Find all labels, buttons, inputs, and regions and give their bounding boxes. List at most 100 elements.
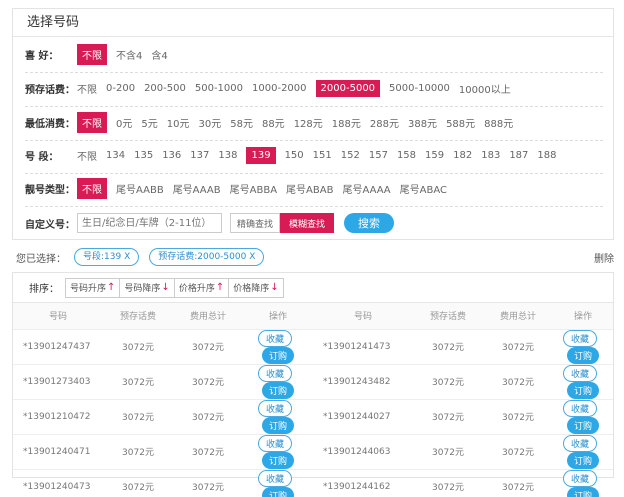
filter-option[interactable]: 尾号ABAC [400, 179, 447, 198]
filter-option[interactable]: 10000以上 [459, 79, 511, 98]
arrow-down-icon: ↓ [270, 282, 279, 293]
selected-chip-segment[interactable]: 号段:139 X [74, 248, 140, 266]
order-button[interactable]: 订购 [261, 486, 294, 497]
favorite-button[interactable]: 收藏 [257, 469, 292, 487]
filter-option[interactable]: 137 [190, 148, 209, 163]
prestore-value: 3072元 [413, 469, 483, 497]
order-button[interactable]: 订购 [261, 381, 294, 399]
sort-button-label: 价格升序 [178, 284, 215, 294]
order-button[interactable]: 订购 [566, 486, 599, 497]
sort-number-desc-button[interactable]: 号码降序 ↓ [120, 277, 175, 298]
arrow-down-icon: ↓ [161, 282, 170, 293]
favorite-button[interactable]: 收藏 [562, 434, 597, 452]
filter-option[interactable]: 58元 [230, 113, 253, 132]
favorite-button[interactable]: 收藏 [562, 364, 597, 382]
sort-price-asc-button[interactable]: 价格升序 ↑ [174, 277, 230, 298]
filter-option[interactable]: 不限 [77, 111, 107, 133]
total-value: 3072元 [483, 469, 553, 497]
order-button[interactable]: 订购 [261, 346, 294, 364]
filter-option[interactable]: 188元 [332, 113, 361, 132]
filter-option[interactable]: 30元 [198, 113, 221, 132]
delete-link[interactable]: 删除 [594, 250, 614, 265]
filter-option[interactable]: 88元 [262, 113, 285, 132]
phone-number: *13901244162 [313, 469, 413, 497]
sort-number-asc-button[interactable]: 号码升序 ↑ [65, 277, 121, 298]
fuzzy-search-button[interactable]: 模糊查找 [280, 213, 335, 233]
sort-price-desc-button[interactable]: 价格降序 ↓ [229, 277, 284, 298]
filter-option[interactable]: 157 [369, 148, 388, 163]
filter-option[interactable]: 不限 [77, 43, 107, 65]
filter-option[interactable]: 288元 [370, 113, 399, 132]
filter-option[interactable]: 588元 [446, 113, 475, 132]
favorite-button[interactable]: 收藏 [257, 434, 292, 452]
filter-option[interactable]: 151 [313, 148, 332, 163]
arrow-up-icon: ↑ [215, 282, 225, 293]
total-value: 3072元 [173, 434, 243, 470]
order-button[interactable]: 订购 [261, 416, 294, 434]
filter-option[interactable]: 158 [397, 148, 416, 163]
prestore-value: 3072元 [413, 434, 483, 470]
filter-option[interactable]: 尾号ABBA [230, 179, 277, 198]
filter-option[interactable]: 尾号AAAB [173, 179, 221, 198]
filter-option[interactable]: 5元 [141, 113, 157, 132]
filter-option[interactable]: 0-200 [106, 81, 135, 96]
order-button[interactable]: 订购 [566, 346, 599, 364]
filter-option[interactable]: 152 [341, 148, 360, 163]
filter-option[interactable]: 10元 [167, 113, 190, 132]
filter-option[interactable]: 888元 [484, 113, 513, 132]
exact-search-button[interactable]: 精确查找 [230, 213, 281, 233]
total-value: 3072元 [173, 329, 243, 365]
favorite-button[interactable]: 收藏 [562, 469, 597, 487]
filter-option[interactable]: 不含4 [116, 45, 142, 64]
phone-number: *13901273403 [13, 364, 103, 400]
filter-option[interactable]: 159 [425, 148, 444, 163]
search-button[interactable]: 搜索 [344, 213, 395, 233]
order-button[interactable]: 订购 [566, 381, 599, 399]
favorite-button[interactable]: 收藏 [257, 329, 292, 347]
filter-option[interactable]: 尾号AABB [116, 179, 164, 198]
favorite-button[interactable]: 收藏 [562, 329, 597, 347]
filter-option[interactable]: 尾号AAAA [342, 179, 390, 198]
filter-option[interactable]: 134 [106, 148, 125, 163]
filter-row-min-consume: 最低消费： 不限 0元 5元 10元 30元 58元 88元 128元 188元… [25, 111, 522, 133]
filter-option[interactable]: 200-500 [144, 81, 186, 96]
table-row: *13901240471 3072元 3072元 收藏订购 *139012440… [13, 434, 613, 470]
sort-button-label: 号码升序 [70, 284, 107, 294]
filter-option[interactable]: 500-1000 [195, 81, 243, 96]
favorite-button[interactable]: 收藏 [257, 399, 292, 417]
table-header-row: 号码 预存话费 费用总计 操作 号码 预存话费 费用总计 操作 [13, 303, 613, 330]
results-panel: 排序： 号码升序 ↑ 号码降序 ↓ 价格升序 ↑ 价格降序 ↓ 号码 预存话费 费用总计… [12, 272, 614, 497]
filter-option[interactable]: 尾号ABAB [286, 179, 333, 198]
selected-chip-prestore[interactable]: 预存话费:2000-5000 X [149, 248, 265, 266]
favorite-button[interactable]: 收藏 [257, 364, 292, 382]
filter-option[interactable]: 136 [162, 148, 181, 163]
custom-number-input[interactable] [77, 213, 222, 233]
filter-option[interactable]: 187 [509, 148, 528, 163]
actions-cell: 收藏订购 [553, 399, 613, 435]
phone-number: *13901244063 [313, 434, 413, 470]
filter-option[interactable]: 182 [453, 148, 472, 163]
filter-option[interactable]: 2000-5000 [315, 79, 381, 97]
filter-option[interactable]: 188 [537, 148, 556, 163]
filter-option[interactable]: 388元 [408, 113, 437, 132]
filter-option[interactable]: 150 [285, 148, 304, 163]
filter-option[interactable]: 1000-2000 [252, 81, 307, 96]
filter-option[interactable]: 139 [246, 146, 276, 164]
filter-option[interactable]: 183 [481, 148, 500, 163]
order-button[interactable]: 订购 [261, 451, 294, 469]
phone-number: *13901247437 [13, 329, 103, 365]
filter-option[interactable]: 不限 [77, 177, 107, 199]
filter-option[interactable]: 0元 [116, 113, 132, 132]
filter-option[interactable]: 不限 [77, 146, 97, 165]
filter-option[interactable]: 5000-10000 [389, 81, 450, 96]
filter-option[interactable]: 含4 [151, 45, 167, 64]
favorite-button[interactable]: 收藏 [562, 399, 597, 417]
filter-option[interactable]: 不限 [77, 79, 97, 98]
order-button[interactable]: 订购 [566, 451, 599, 469]
filter-option[interactable]: 128元 [294, 113, 323, 132]
filter-option[interactable]: 138 [218, 148, 237, 163]
filter-row-lucky: 喜 好： 不限 不含4 含4 [25, 43, 177, 65]
order-button[interactable]: 订购 [566, 416, 599, 434]
filter-option[interactable]: 135 [134, 148, 153, 163]
filter-row-segment: 号 段： 不限 134 135 136 137 138 139 150 151 … [25, 146, 566, 164]
